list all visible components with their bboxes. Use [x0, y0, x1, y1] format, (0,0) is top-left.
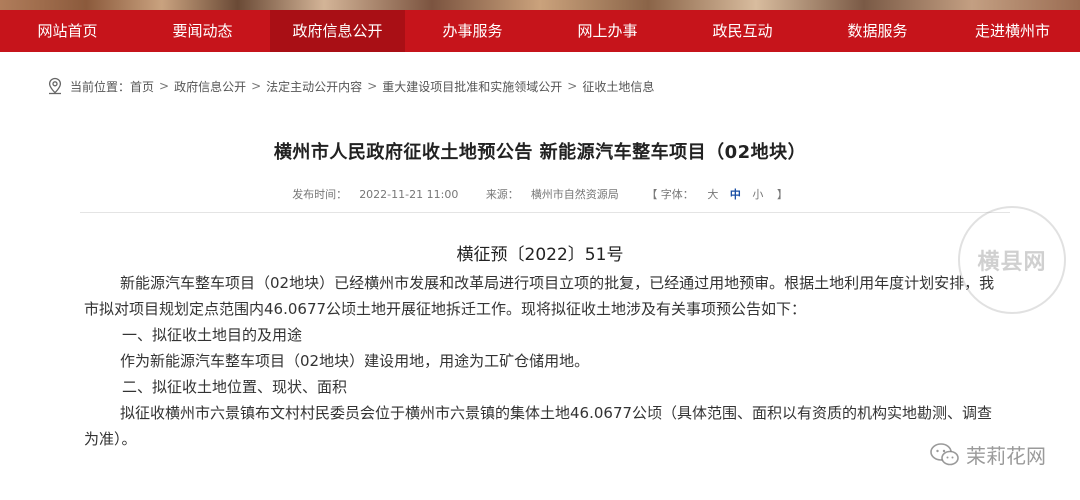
article-title: 横州市人民政府征收土地预公告 新能源汽车整车项目（02地块）: [273, 142, 807, 164]
breadcrumb-separator: >: [251, 79, 262, 93]
breadcrumb-item-statutory[interactable]: 法定主动公开内容: [266, 78, 362, 95]
breadcrumb-separator: >: [567, 79, 578, 93]
breadcrumb-prefix: 当前位置：: [70, 79, 131, 94]
header-banner-image: [0, 0, 1080, 10]
breadcrumb-item-home[interactable]: 首页: [130, 78, 154, 95]
breadcrumb-item-gov-info[interactable]: 政府信息公开: [174, 78, 246, 95]
font-size-label: 【 字体：: [646, 188, 694, 201]
nav-item-gov-info[interactable]: 政府信息公开: [270, 10, 405, 52]
paragraph-location: 拟征收横州市六景镇布文村村民委员会位于横州市六景镇的集体土地46.0677公顷（…: [84, 404, 993, 448]
font-size-large-button[interactable]: 大: [707, 188, 718, 201]
article-meta: 发布时间： 2022-11-21 11:00 来源： 横州市自然资源局 【 字体： …: [0, 186, 1080, 202]
nav-item-services[interactable]: 办事服务: [405, 10, 540, 52]
publish-time-label: 发布时间：: [292, 188, 348, 201]
main-nav: 网站首页 要闻动态 政府信息公开 办事服务 网上办事 政民互动 数据服务 走进横…: [0, 10, 1080, 52]
section-heading-location: 二、拟征收土地位置、现状、面积: [122, 378, 348, 396]
font-size-medium-button[interactable]: 中: [730, 188, 741, 201]
breadcrumb-item-land-expropriation[interactable]: 征收土地信息: [582, 78, 654, 95]
document-number: 横征预〔2022〕51号: [456, 245, 624, 265]
publish-time: 2022-11-21 11:00: [359, 188, 459, 201]
font-size-bracket-close: 】: [776, 188, 788, 201]
section-heading-purpose: 一、拟征收土地目的及用途: [122, 326, 303, 344]
watermark-seal: 横县网: [958, 206, 1066, 314]
wechat-icon: [930, 442, 960, 468]
nav-item-online-affairs[interactable]: 网上办事: [540, 10, 675, 52]
nav-item-news[interactable]: 要闻动态: [135, 10, 270, 52]
nav-item-data-services[interactable]: 数据服务: [810, 10, 945, 52]
location-pin-icon: [46, 77, 64, 95]
breadcrumb-separator: >: [367, 79, 378, 93]
nav-item-home[interactable]: 网站首页: [0, 10, 135, 52]
watermark-footer: 茉莉花网: [930, 440, 1046, 469]
paragraph-intro: 新能源汽车整车项目（02地块）已经横州市发展和改革局进行项目立项的批复，已经通过…: [84, 274, 995, 318]
breadcrumb: 当前位置： 首页 > 政府信息公开 > 法定主动公开内容 > 重大建设项目批准和…: [46, 76, 654, 96]
breadcrumb-item-major-projects[interactable]: 重大建设项目批准和实施领域公开: [382, 78, 562, 95]
font-size-small-button[interactable]: 小: [752, 188, 763, 201]
watermark-seal-text: 横县网: [977, 250, 1047, 275]
nav-item-about-city[interactable]: 走进横州市: [945, 10, 1080, 52]
paragraph-purpose: 作为新能源汽车整车项目（02地块）建设用地，用途为工矿仓储用地。: [120, 352, 590, 370]
watermark-footer-text: 茉莉花网: [966, 444, 1046, 468]
source-label: 来源：: [485, 188, 519, 201]
breadcrumb-separator: >: [159, 79, 170, 93]
nav-item-interaction[interactable]: 政民互动: [675, 10, 810, 52]
source: 横州市自然资源局: [530, 188, 619, 201]
article-body: 新能源汽车整车项目（02地块）已经横州市发展和改革局进行项目立项的批复，已经通过…: [84, 270, 1004, 452]
title-divider: [80, 212, 1010, 213]
